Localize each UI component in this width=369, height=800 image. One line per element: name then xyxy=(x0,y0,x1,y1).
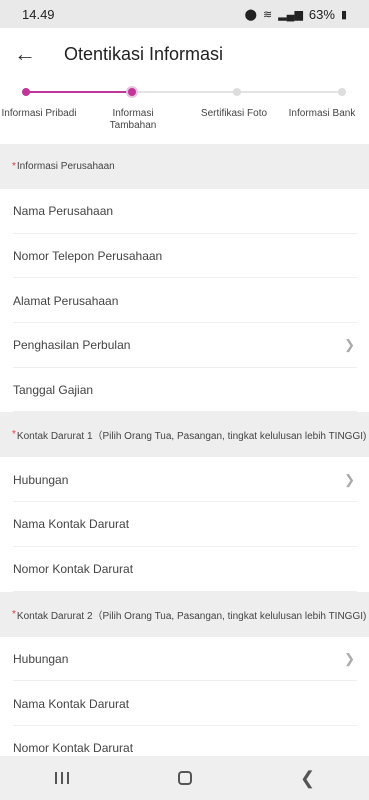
section-title: Kontak Darurat 1（Pilih Orang Tua, Pasang… xyxy=(16,431,367,443)
status-icons: ⬤ ≋ ▂▄▆ 63% ▮ xyxy=(245,7,347,22)
battery-icon: ▮ xyxy=(340,8,347,21)
chevron-right-icon: ❯ xyxy=(344,650,355,666)
page-title: Otentikasi Informasi xyxy=(64,43,224,64)
step-label-1: Informasi Pribadi xyxy=(1,108,77,119)
arrow-left-icon: ← xyxy=(14,41,36,66)
step-dot-4 xyxy=(338,88,346,96)
field-company-phone[interactable]: Nomor Telepon Perusahaan xyxy=(0,234,369,279)
field-label: Tanggal Gajian xyxy=(13,383,94,398)
back-button[interactable]: ← xyxy=(0,28,50,80)
recent-apps-button[interactable] xyxy=(22,756,102,800)
section-header-emergency-contact-1: * Kontak Darurat 1（Pilih Orang Tua, Pasa… xyxy=(0,412,369,458)
chevron-right-icon: ❯ xyxy=(344,337,355,353)
field-payday[interactable]: Tanggal Gajian xyxy=(0,368,369,413)
chevron-left-icon: ❮ xyxy=(299,767,316,788)
system-back-button[interactable]: ❮ xyxy=(268,756,348,800)
step-dot-3 xyxy=(233,88,241,96)
stepper-line-complete xyxy=(26,91,132,93)
field-label: Nama Kontak Darurat xyxy=(13,696,130,711)
field-relationship-1[interactable]: Hubungan ❯ xyxy=(0,457,369,502)
field-label: Nomor Kontak Darurat xyxy=(13,562,134,577)
section-title: Informasi Perusahaan xyxy=(16,161,115,172)
field-contact-name-2[interactable]: Nama Kontak Darurat xyxy=(0,681,369,726)
home-button[interactable] xyxy=(145,756,225,800)
field-company-name[interactable]: Nama Perusahaan xyxy=(0,189,369,234)
wifi-icon: ≋ xyxy=(262,8,273,21)
step-label-4: Informasi Bank xyxy=(288,108,356,119)
field-label: Penghasilan Perbulan xyxy=(13,338,131,353)
required-asterisk: * xyxy=(12,608,16,620)
section-header-company: * Informasi Perusahaan xyxy=(0,144,369,189)
step-label-3: Sertifikasi Foto xyxy=(200,108,268,119)
field-contact-number-1[interactable]: Nomor Kontak Darurat xyxy=(0,547,369,592)
field-relationship-2[interactable]: Hubungan ❯ xyxy=(0,637,369,682)
field-label: Nomor Kontak Darurat xyxy=(13,741,134,756)
home-icon xyxy=(177,771,192,785)
system-nav-bar: ❮ xyxy=(0,756,369,800)
status-bar: 14.49 ⬤ ≋ ▂▄▆ 63% ▮ xyxy=(0,0,369,28)
step-dot-1 xyxy=(22,88,30,96)
battery-percent: 63% xyxy=(308,6,335,22)
field-contact-name-1[interactable]: Nama Kontak Darurat xyxy=(0,502,369,547)
recent-apps-icon xyxy=(54,772,69,784)
field-label: Hubungan xyxy=(13,651,69,666)
field-label: Hubungan xyxy=(13,472,69,487)
field-label: Nama Perusahaan xyxy=(13,204,114,219)
status-time: 14.49 xyxy=(22,6,55,22)
required-asterisk: * xyxy=(12,161,16,172)
section-header-emergency-contact-2: * Kontak Darurat 2（Pilih Orang Tua, Pasa… xyxy=(0,591,369,637)
field-monthly-income[interactable]: Penghasilan Perbulan ❯ xyxy=(0,323,369,368)
field-label: Alamat Perusahaan xyxy=(13,293,119,308)
field-label: Nama Kontak Darurat xyxy=(13,517,130,532)
location-icon: ⬤ xyxy=(244,8,257,21)
field-label: Nomor Telepon Perusahaan xyxy=(13,249,163,264)
section-title: Kontak Darurat 2（Pilih Orang Tua, Pasang… xyxy=(16,610,367,622)
step-label-2: Informasi Tambahan xyxy=(109,108,157,131)
signal-icon: ▂▄▆ xyxy=(278,8,303,21)
chevron-right-icon: ❯ xyxy=(344,471,355,487)
field-company-address[interactable]: Alamat Perusahaan xyxy=(0,278,369,323)
app-bar: ← Otentikasi Informasi xyxy=(0,28,369,80)
required-asterisk: * xyxy=(12,429,16,441)
progress-stepper: Informasi Pribadi Informasi Tambahan Ser… xyxy=(0,80,369,144)
step-dot-2 xyxy=(128,88,136,96)
